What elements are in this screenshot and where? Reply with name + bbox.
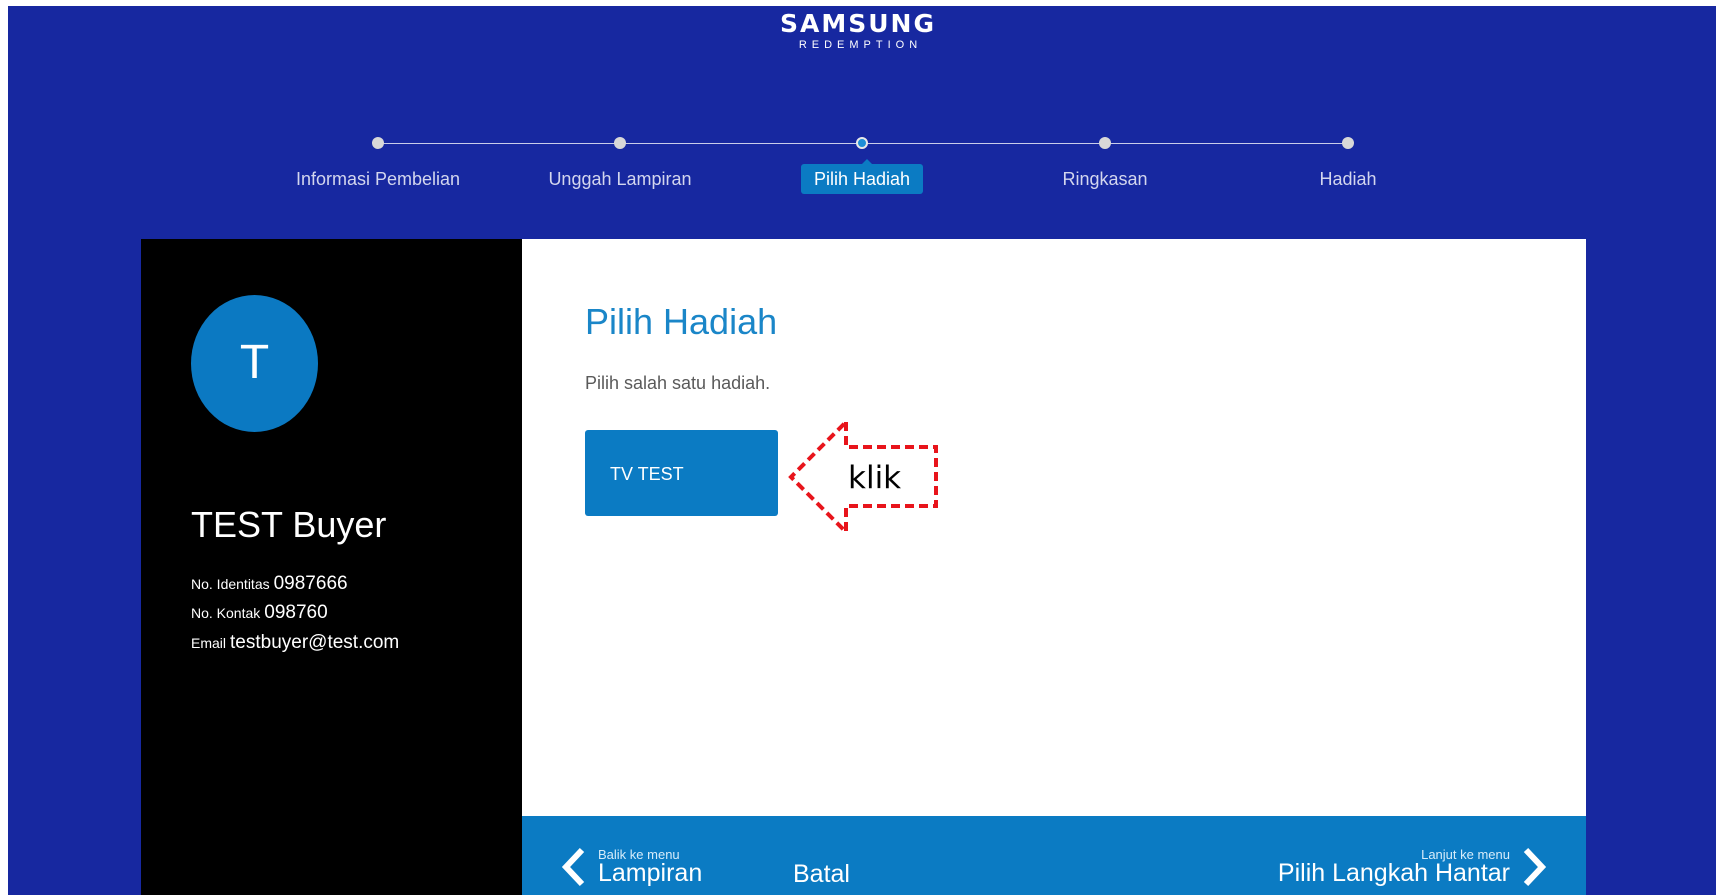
- contact-row: No. Kontak 098760: [191, 602, 328, 625]
- samsung-logo: SAMSUNG REDEMPTION: [0, 10, 1716, 52]
- cancel-button[interactable]: Batal: [793, 859, 850, 889]
- next-button[interactable]: Lanjut ke menu Pilih Langkah Hantar: [1278, 843, 1548, 891]
- brand-subtitle: REDEMPTION: [798, 39, 923, 51]
- footer-nav-bar: Balik ke menu Lampiran Batal Lanjut ke m…: [522, 816, 1586, 895]
- avatar: T: [191, 295, 318, 432]
- user-profile-panel: T TEST Buyer No. Identitas 0987666 No. Ko…: [141, 239, 522, 895]
- back-button[interactable]: Balik ke menu Lampiran: [560, 843, 702, 891]
- step-dot-1: [372, 137, 384, 149]
- step-pilih-hadiah[interactable]: Pilih Hadiah: [742, 164, 982, 194]
- chevron-left-icon: [561, 847, 585, 887]
- step-ringkasan[interactable]: Ringkasan: [985, 168, 1225, 190]
- id-label: No. Identitas: [191, 576, 270, 592]
- email-label: Email: [191, 635, 227, 651]
- step-hadiah[interactable]: Hadiah: [1228, 168, 1468, 190]
- page-title: Pilih Hadiah: [585, 301, 778, 342]
- click-annotation-text: klik: [848, 460, 902, 496]
- contact-value: 098760: [264, 602, 328, 623]
- id-value: 0987666: [273, 573, 348, 594]
- step-dot-4: [1099, 137, 1111, 149]
- gift-option-tv-test[interactable]: TV TEST: [585, 430, 778, 516]
- back-label: Lampiran: [598, 859, 703, 887]
- step-unggah-lampiran[interactable]: Unggah Lampiran: [500, 168, 740, 190]
- email-row: Email testbuyer@test.com: [191, 632, 399, 655]
- contact-label: No. Kontak: [191, 605, 261, 621]
- email-value: testbuyer@test.com: [230, 632, 400, 653]
- step-pilih-hadiah-label: Pilih Hadiah: [800, 164, 924, 194]
- brand-name: SAMSUNG: [780, 9, 936, 38]
- step-dot-2: [614, 137, 626, 149]
- id-row: No. Identitas 0987666: [191, 573, 348, 596]
- step-informasi-pembelian[interactable]: Informasi Pembelian: [258, 168, 498, 190]
- user-name: TEST Buyer: [191, 504, 387, 545]
- gift-selection-panel: Pilih Hadiah Pilih salah satu hadiah. TV…: [522, 239, 1586, 816]
- next-label: Pilih Langkah Hantar: [1277, 859, 1510, 887]
- step-dot-3: [856, 137, 868, 149]
- step-dot-5: [1342, 137, 1354, 149]
- chevron-right-icon: [1523, 847, 1547, 887]
- page-subtitle: Pilih salah satu hadiah.: [585, 373, 771, 393]
